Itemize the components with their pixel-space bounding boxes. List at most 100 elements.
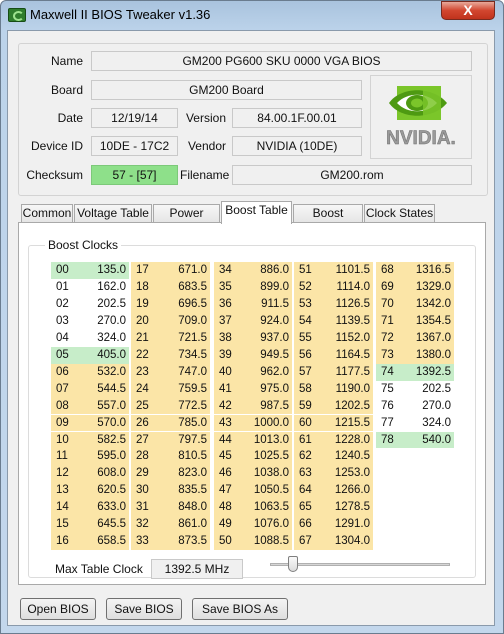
boost-index[interactable]: 31 [131, 499, 160, 517]
boost-clock-value[interactable]: 658.5 [80, 533, 129, 551]
boost-clock-value[interactable]: 734.5 [160, 346, 210, 364]
boost-index[interactable]: 03 [51, 312, 80, 330]
close-button[interactable]: X [441, 1, 495, 20]
tab-power-table[interactable]: Power Table [153, 204, 220, 237]
boost-index[interactable]: 73 [376, 346, 405, 364]
boost-index[interactable]: 27 [131, 431, 160, 449]
boost-clock-value[interactable]: 886.0 [243, 262, 292, 279]
boost-clock-value[interactable]: 135.0 [80, 262, 129, 279]
boost-clock-value[interactable]: 924.0 [243, 312, 292, 330]
boost-clock-value[interactable]: 1228.0 [323, 431, 373, 449]
boost-clock-value[interactable]: 987.5 [243, 397, 292, 415]
boost-clock-value[interactable]: 405.0 [80, 346, 129, 364]
boost-index[interactable]: 00 [51, 262, 80, 279]
boost-index[interactable]: 01 [51, 278, 80, 296]
boost-index[interactable]: 57 [294, 363, 323, 381]
boost-clock-value[interactable]: 785.0 [160, 414, 210, 432]
boost-clock-value[interactable]: 1316.5 [405, 262, 454, 279]
open-bios-button[interactable]: Open BIOS [20, 598, 96, 620]
boost-clock-value[interactable]: 1063.5 [243, 499, 292, 517]
boost-clock-value[interactable]: 1114.0 [323, 278, 373, 296]
boost-index[interactable]: 75 [376, 380, 405, 398]
boost-index[interactable]: 19 [131, 295, 160, 313]
boost-index[interactable]: 33 [131, 533, 160, 551]
boost-index[interactable]: 45 [214, 448, 243, 466]
boost-index[interactable]: 54 [294, 312, 323, 330]
boost-clock-value[interactable]: 1139.5 [323, 312, 373, 330]
boost-clock-value[interactable]: 645.5 [80, 516, 129, 534]
boost-index[interactable]: 10 [51, 431, 80, 449]
tab-boost-table[interactable]: Boost Table [221, 201, 292, 224]
boost-clock-value[interactable]: 873.5 [160, 533, 210, 551]
boost-index[interactable]: 56 [294, 346, 323, 364]
boost-index[interactable]: 26 [131, 414, 160, 432]
save-bios-button[interactable]: Save BIOS [106, 598, 182, 620]
boost-index[interactable]: 24 [131, 380, 160, 398]
boost-index[interactable]: 18 [131, 278, 160, 296]
boost-clock-value[interactable]: 1354.5 [405, 312, 454, 330]
tab-clock-states[interactable]: Clock States [364, 204, 435, 223]
boost-index[interactable]: 55 [294, 329, 323, 347]
boost-clock-value[interactable]: 570.0 [80, 414, 129, 432]
boost-index[interactable]: 76 [376, 397, 405, 415]
boost-index[interactable]: 17 [131, 262, 160, 279]
boost-clock-value[interactable]: 949.5 [243, 346, 292, 364]
boost-index[interactable]: 52 [294, 278, 323, 296]
boost-index[interactable]: 61 [294, 431, 323, 449]
boost-clock-value[interactable]: 1253.0 [323, 465, 373, 483]
boost-index[interactable]: 38 [214, 329, 243, 347]
boost-index[interactable]: 62 [294, 448, 323, 466]
boost-index[interactable]: 23 [131, 363, 160, 381]
boost-clock-value[interactable]: 683.5 [160, 278, 210, 296]
boost-clock-value[interactable]: 772.5 [160, 397, 210, 415]
boost-index[interactable]: 66 [294, 516, 323, 534]
save-bios-as-button[interactable]: Save BIOS As [192, 598, 288, 620]
boost-index[interactable]: 70 [376, 295, 405, 313]
boost-index[interactable]: 63 [294, 465, 323, 483]
boost-index[interactable]: 43 [214, 414, 243, 432]
boost-clock-value[interactable]: 270.0 [405, 397, 454, 415]
boost-clock-value[interactable]: 911.5 [243, 295, 292, 313]
boost-index[interactable]: 11 [51, 448, 80, 466]
boost-clock-value[interactable]: 1025.5 [243, 448, 292, 466]
boost-clock-value[interactable]: 544.5 [80, 380, 129, 398]
tab-common[interactable]: Common [21, 204, 73, 223]
boost-clock-value[interactable]: 620.5 [80, 482, 129, 500]
boost-clock-value[interactable]: 1177.5 [323, 363, 373, 381]
boost-index[interactable]: 50 [214, 533, 243, 551]
boost-clock-value[interactable]: 962.0 [243, 363, 292, 381]
boost-index[interactable]: 07 [51, 380, 80, 398]
boost-index[interactable]: 60 [294, 414, 323, 432]
boost-clock-value[interactable]: 1202.5 [323, 397, 373, 415]
boost-clock-value[interactable]: 582.5 [80, 431, 129, 449]
tab-boost-states[interactable]: Boost States [293, 204, 363, 237]
boost-clock-value[interactable]: 721.5 [160, 329, 210, 347]
boost-clock-value[interactable]: 540.0 [405, 431, 454, 449]
boost-clock-value[interactable]: 1278.5 [323, 499, 373, 517]
boost-clock-value[interactable]: 696.5 [160, 295, 210, 313]
boost-clock-value[interactable]: 975.0 [243, 380, 292, 398]
boost-clock-value[interactable]: 1291.0 [323, 516, 373, 534]
boost-clock-value[interactable]: 937.0 [243, 329, 292, 347]
boost-index[interactable]: 77 [376, 414, 405, 432]
boost-index[interactable]: 16 [51, 533, 80, 551]
boost-index[interactable]: 64 [294, 482, 323, 500]
boost-clock-value[interactable]: 848.0 [160, 499, 210, 517]
boost-index[interactable]: 09 [51, 414, 80, 432]
boost-clock-value[interactable]: 557.0 [80, 397, 129, 415]
boost-clock-value[interactable]: 835.5 [160, 482, 210, 500]
boost-clock-value[interactable]: 797.5 [160, 431, 210, 449]
boost-clock-value[interactable]: 202.5 [80, 295, 129, 313]
boost-index[interactable]: 71 [376, 312, 405, 330]
boost-clock-value[interactable]: 1342.0 [405, 295, 454, 313]
boost-clock-value[interactable]: 1050.5 [243, 482, 292, 500]
boost-index[interactable]: 08 [51, 397, 80, 415]
boost-index[interactable]: 02 [51, 295, 80, 313]
boost-clock-value[interactable]: 1266.0 [323, 482, 373, 500]
boost-index[interactable]: 68 [376, 262, 405, 279]
boost-index[interactable]: 14 [51, 499, 80, 517]
boost-clock-value[interactable]: 1304.0 [323, 533, 373, 551]
boost-clock-value[interactable]: 532.0 [80, 363, 129, 381]
boost-clock-value[interactable]: 595.0 [80, 448, 129, 466]
boost-index[interactable]: 36 [214, 295, 243, 313]
